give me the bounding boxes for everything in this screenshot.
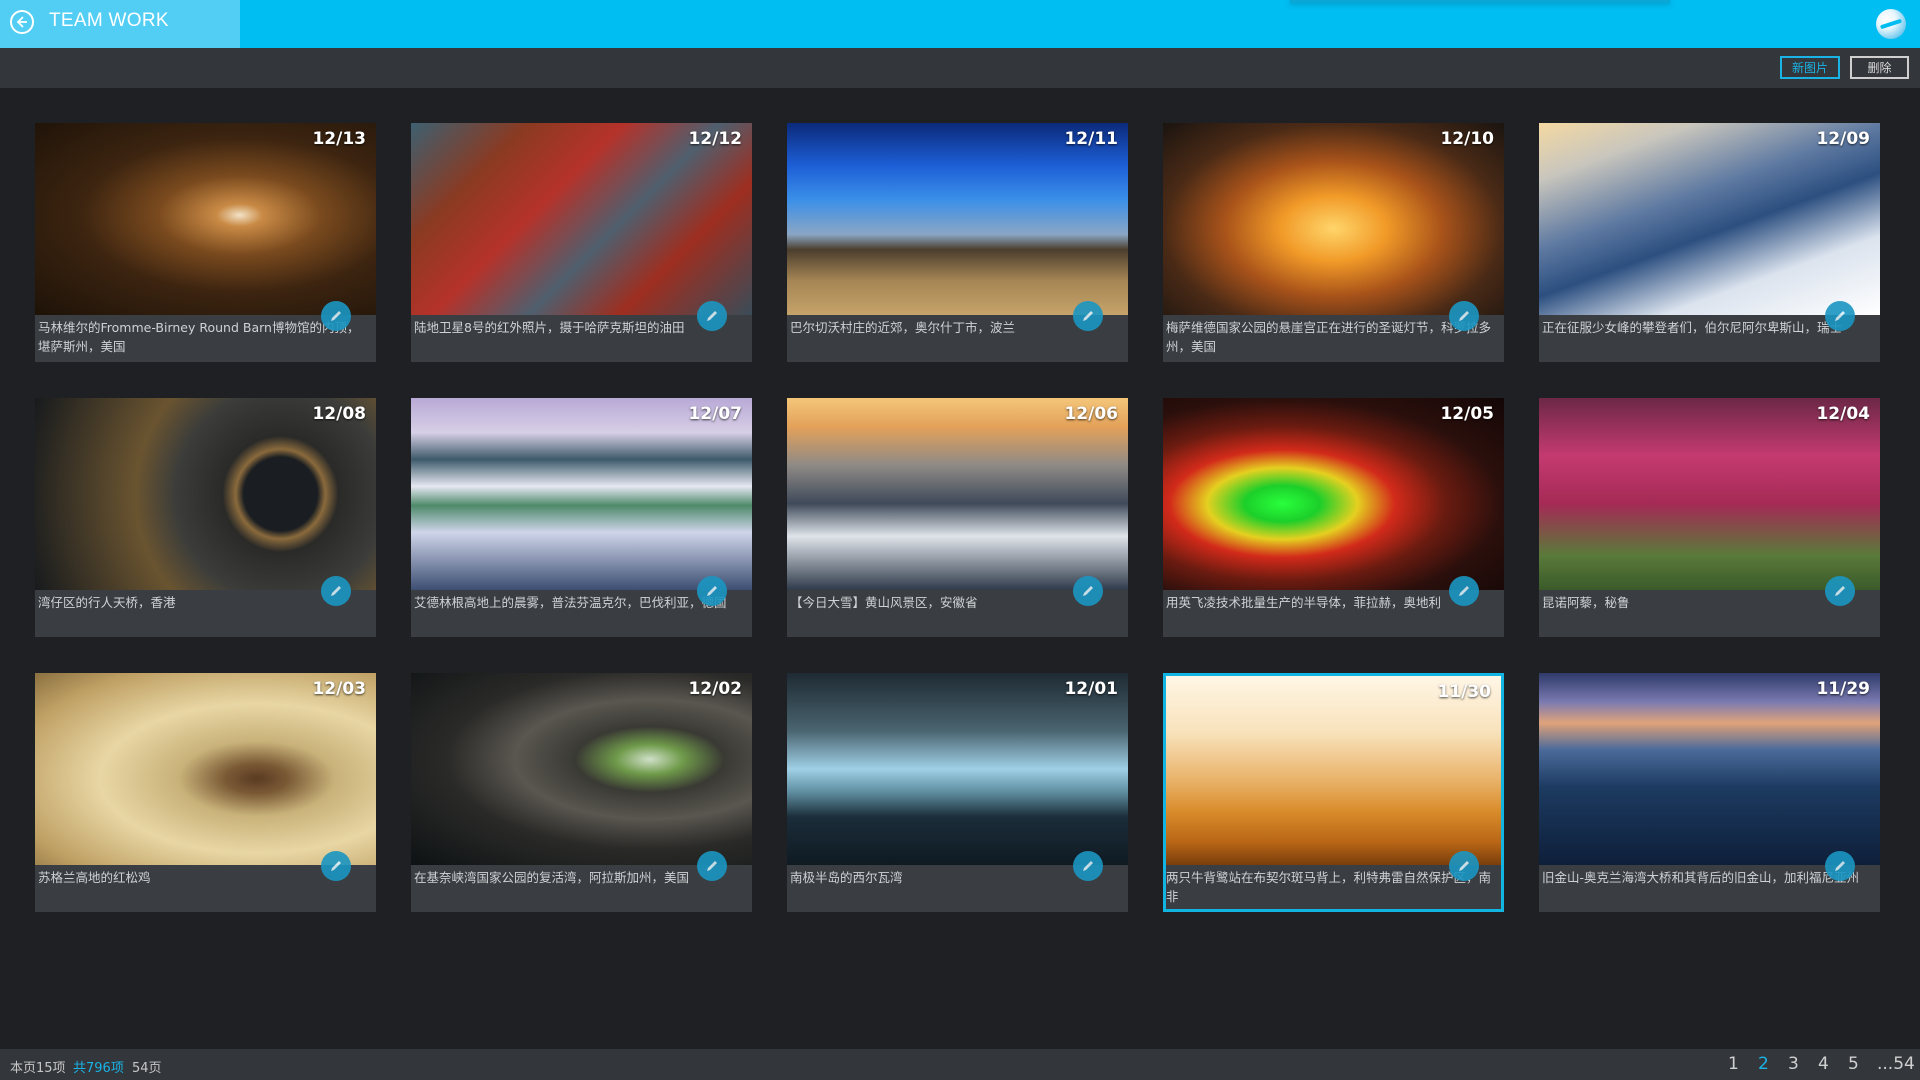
gallery-card[interactable]: 12/10 梅萨维德国家公园的悬崖宫正在进行的圣诞灯节，科罗拉多州，美国 <box>1163 123 1504 362</box>
thumbnail <box>411 673 752 865</box>
card-date: 12/04 <box>1816 404 1870 424</box>
card-date: 12/07 <box>688 404 742 424</box>
edit-icon[interactable] <box>1449 301 1479 331</box>
card-caption: 梅萨维德国家公园的悬崖宫正在进行的圣诞灯节，科罗拉多州，美国 <box>1166 320 1492 354</box>
card-caption: 在基奈峡湾国家公园的复活湾，阿拉斯加州，美国 <box>414 870 690 885</box>
page-link-1[interactable]: 1 <box>1728 1054 1739 1074</box>
card-caption: 马林维尔的Fromme-Birney Round Barn博物馆的内顶，堪萨斯州… <box>38 320 360 354</box>
card-caption: 两只牛背鹭站在布契尔斑马背上，利特弗雷自然保护区，南非 <box>1166 870 1492 904</box>
page-link-3[interactable]: 3 <box>1788 1054 1799 1074</box>
thumbnail <box>1539 398 1880 590</box>
edit-icon[interactable] <box>1073 576 1103 606</box>
edit-icon[interactable] <box>1073 301 1103 331</box>
card-date: 12/10 <box>1440 129 1494 149</box>
edit-icon[interactable] <box>697 576 727 606</box>
brand-area: TEAM WORK <box>0 0 240 48</box>
card-date: 12/02 <box>688 679 742 699</box>
page-link-2[interactable]: 2 <box>1758 1054 1769 1074</box>
page-link-5[interactable]: 5 <box>1848 1054 1859 1074</box>
thumbnail <box>787 673 1128 865</box>
card-caption: 湾仔区的行人天桥，香港 <box>38 595 176 610</box>
card-date: 12/13 <box>312 129 366 149</box>
gallery-card[interactable]: 12/04 昆诺阿藜，秘鲁 <box>1539 398 1880 637</box>
edit-icon[interactable] <box>321 576 351 606</box>
gallery-card[interactable]: 12/01 南极半岛的西尔瓦湾 <box>787 673 1128 912</box>
card-date: 12/11 <box>1064 129 1118 149</box>
total-item-count: 共796项 <box>73 1061 124 1076</box>
edit-icon[interactable] <box>1449 576 1479 606</box>
app-title: TEAM WORK <box>49 10 169 31</box>
card-caption: 陆地卫星8号的红外照片，摄于哈萨克斯坦的油田 <box>414 320 685 335</box>
card-date: 12/03 <box>312 679 366 699</box>
card-caption: 用英飞凌技术批量生产的半导体，菲拉赫，奥地利 <box>1166 595 1442 610</box>
thumbnail <box>1539 123 1880 315</box>
edit-icon[interactable] <box>1825 851 1855 881</box>
card-date: 12/06 <box>1064 404 1118 424</box>
thumbnail <box>1539 673 1880 865</box>
thumbnail <box>1166 676 1501 865</box>
card-date: 12/12 <box>688 129 742 149</box>
gallery-card[interactable]: 12/12 陆地卫星8号的红外照片，摄于哈萨克斯坦的油田 <box>411 123 752 362</box>
title-bar-divider <box>1290 0 1670 3</box>
thumbnail <box>35 673 376 865</box>
card-date: 12/09 <box>1816 129 1870 149</box>
page-item-count: 本页15项 <box>10 1061 66 1076</box>
thumbnail <box>1163 398 1504 590</box>
card-caption: 苏格兰高地的红松鸡 <box>38 870 151 885</box>
gallery-card[interactable]: 12/07 艾德林根高地上的晨雾，普法芬温克尔，巴伐利亚，德国 <box>411 398 752 637</box>
card-caption: 旧金山-奥克兰海湾大桥和其背后的旧金山，加利福尼亚州 <box>1542 870 1860 885</box>
thumbnail <box>787 123 1128 315</box>
edit-icon[interactable] <box>1825 301 1855 331</box>
edit-icon[interactable] <box>1825 576 1855 606</box>
gallery-card[interactable]: 12/02 在基奈峡湾国家公园的复活湾，阿拉斯加州，美国 <box>411 673 752 912</box>
toolbar: 新图片 删除 <box>0 48 1920 88</box>
page-link-last[interactable]: ...54 <box>1877 1054 1915 1074</box>
edit-icon[interactable] <box>1449 851 1479 881</box>
card-date: 11/29 <box>1816 679 1870 699</box>
gallery-card[interactable]: 12/13 马林维尔的Fromme-Birney Round Barn博物馆的内… <box>35 123 376 362</box>
card-date: 12/08 <box>312 404 366 424</box>
edit-icon[interactable] <box>321 301 351 331</box>
thumbnail <box>787 398 1128 590</box>
card-date: 12/01 <box>1064 679 1118 699</box>
edit-icon[interactable] <box>697 851 727 881</box>
back-button[interactable] <box>10 10 34 34</box>
edit-icon[interactable] <box>1073 851 1103 881</box>
thumbnail <box>1163 123 1504 315</box>
gallery-card[interactable]: 12/05 用英飞凌技术批量生产的半导体，菲拉赫，奥地利 <box>1163 398 1504 637</box>
edit-icon[interactable] <box>697 301 727 331</box>
page-link-4[interactable]: 4 <box>1818 1054 1829 1074</box>
gallery-card[interactable]: 12/09 正在征服少女峰的攀登者们，伯尔尼阿尔卑斯山，瑞士 <box>1539 123 1880 362</box>
thumbnail <box>35 398 376 590</box>
gallery-card[interactable]: 12/08 湾仔区的行人天桥，香港 <box>35 398 376 637</box>
card-date: 12/05 <box>1440 404 1494 424</box>
gallery-card[interactable]: 11/29 旧金山-奥克兰海湾大桥和其背后的旧金山，加利福尼亚州 <box>1539 673 1880 912</box>
thumbnail <box>411 123 752 315</box>
gallery-card-selected[interactable]: 11/30 两只牛背鹭站在布契尔斑马背上，利特弗雷自然保护区，南非 <box>1163 673 1504 912</box>
card-caption: 昆诺阿藜，秘鲁 <box>1542 595 1630 610</box>
gallery-card[interactable]: 12/06 【今日大雪】黄山风景区，安徽省 <box>787 398 1128 637</box>
delete-button[interactable]: 删除 <box>1850 56 1909 79</box>
gallery-card[interactable]: 12/03 苏格兰高地的红松鸡 <box>35 673 376 912</box>
total-page-count: 54页 <box>132 1061 162 1076</box>
card-caption: 艾德林根高地上的晨雾，普法芬温克尔，巴伐利亚，德国 <box>414 595 727 610</box>
new-image-button[interactable]: 新图片 <box>1780 56 1840 79</box>
back-arrow-icon <box>16 16 27 28</box>
globe-logo-icon <box>1876 9 1906 39</box>
edit-icon[interactable] <box>321 851 351 881</box>
thumbnail <box>35 123 376 315</box>
status-bar: 本页15项 共796项 54页 1 2 3 4 5 ...54 <box>0 1049 1920 1080</box>
thumbnail <box>411 398 752 590</box>
title-bar: TEAM WORK <box>0 0 1920 48</box>
card-caption: 南极半岛的西尔瓦湾 <box>790 870 903 885</box>
card-caption: 巴尔切沃村庄的近郊，奥尔什丁市，波兰 <box>790 320 1016 335</box>
card-caption: 正在征服少女峰的攀登者们，伯尔尼阿尔卑斯山，瑞士 <box>1542 320 1843 335</box>
card-caption: 【今日大雪】黄山风景区，安徽省 <box>790 595 978 610</box>
gallery-card[interactable]: 12/11 巴尔切沃村庄的近郊，奥尔什丁市，波兰 <box>787 123 1128 362</box>
card-date: 11/30 <box>1437 682 1491 702</box>
